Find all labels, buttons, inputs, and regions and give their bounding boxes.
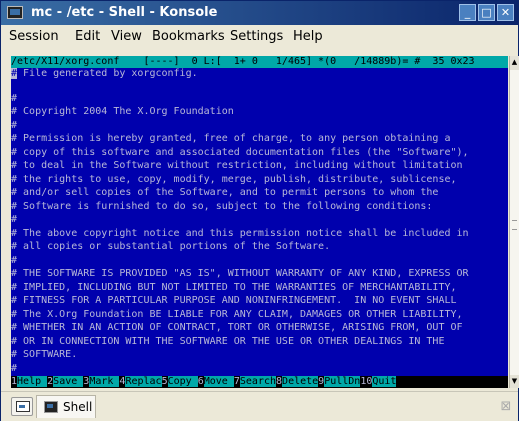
menu-bar: Session Edit View Bookmarks Settings Hel… [1,25,518,47]
terminal-view[interactable]: /etc/X11/xorg.conf [----] 0 L:[ 1+ 0 1/4… [11,56,508,388]
window-title: mc - /etc - Shell - Konsole [31,5,218,20]
editor-line: # THE SOFTWARE IS PROVIDED "AS IS", WITH… [11,268,469,279]
fkey-help-button[interactable]: Help [17,376,48,387]
tab-shell[interactable]: Shell [36,395,96,418]
editor-line: # FITNESS FOR A PARTICULAR PURPOSE AND N… [11,295,457,306]
konsole-terminal-icon[interactable] [7,6,23,19]
editor-line: # OR IN CONNECTION WITH THE SOFTWARE OR … [11,335,445,347]
scrollbar-thumb[interactable] [510,70,519,375]
editor-status-line: /etc/X11/xorg.conf [----] 0 L:[ 1+ 0 1/4… [11,56,508,68]
vertical-scrollbar[interactable]: ▲ ▼ [509,56,519,388]
editor-line: # The above copyright notice and this pe… [11,227,469,239]
fkey-number: 6 [197,376,204,387]
menu-settings[interactable]: Settings [230,29,283,44]
scroll-up-icon[interactable]: ▲ [510,57,519,68]
title-bar[interactable]: mc - /etc - Shell - Konsole _ □ ✕ [1,1,518,25]
editor-line: # [11,362,18,374]
editor-line: # copy of this software and associated d… [11,146,469,158]
close-button[interactable]: ✕ [497,4,514,21]
editor-line: # all copies or substantial portions of … [11,241,331,252]
editor-line: # Permission is hereby granted, free of … [11,133,451,144]
new-session-icon[interactable] [11,397,33,416]
editor-line: # File generated by xorgconfig. [11,68,198,79]
fkey-number: 7 [233,376,240,387]
fkey-mark-button[interactable]: Mark [89,376,120,387]
menu-help[interactable]: Help [293,29,323,44]
fkey-search-button[interactable]: Search [239,376,277,387]
fkey-quit-button[interactable]: Quit [372,376,397,387]
editor-line: # to deal in the Software without restri… [11,160,463,171]
fkey-move-button[interactable]: Move [203,376,234,387]
menu-edit[interactable]: Edit [75,29,100,44]
close-tab-icon[interactable]: ⊠ [496,397,516,416]
menu-session[interactable]: Session [9,29,59,44]
minimize-button[interactable]: _ [459,4,476,21]
editor-line: # [11,254,18,266]
tab-label: Shell [63,400,93,414]
menu-view[interactable]: View [111,29,142,44]
editor-line: # SOFTWARE. [11,349,78,360]
editor-line: # [11,214,18,225]
grip-icon [512,220,517,230]
menu-bookmarks[interactable]: Bookmarks [152,29,225,44]
editor-line: # Software is furnished to do so, subjec… [11,200,433,212]
editor-line: # WHETHER IN AN ACTION OF CONTRACT, TORT… [11,322,463,333]
fkey-number: 5 [161,376,168,387]
fkey-replac-button[interactable]: Replac [125,376,162,387]
editor-line: # and/or sell copies of the Software, an… [11,187,439,198]
fkey-number: 10 [360,376,373,387]
editor-line: # The X.Org Foundation BE LIABLE FOR ANY… [11,308,463,320]
editor-line: # Copyright 2004 The X.Org Foundation [11,106,234,117]
editor-line: # IMPLIED, INCLUDING BUT NOT LIMITED TO … [11,281,457,293]
fkey-save-button[interactable]: Save [53,376,84,387]
tab-bar: Shell ⊠ [1,391,518,421]
scroll-down-icon[interactable]: ▼ [510,376,519,387]
fkey-delete-button[interactable]: Delete [282,376,319,387]
editor-line: # the rights to use, copy, modify, merge… [11,173,457,185]
fkey-copy-button[interactable]: Copy [167,376,198,387]
fkey-pulldn-button[interactable]: PullDn [324,376,361,387]
editor-line: # [11,119,18,131]
terminal-icon [44,401,58,413]
editor-line: # [11,92,18,104]
maximize-button[interactable]: □ [478,4,495,21]
konsole-window: mc - /etc - Shell - Konsole _ □ ✕ Sessio… [0,0,519,421]
first-line-text: File generated by xorgconfig. [17,68,198,79]
function-key-bar: 1Help 2Save 3Mark 4Replac5Copy 6Move 7Se… [11,376,508,388]
